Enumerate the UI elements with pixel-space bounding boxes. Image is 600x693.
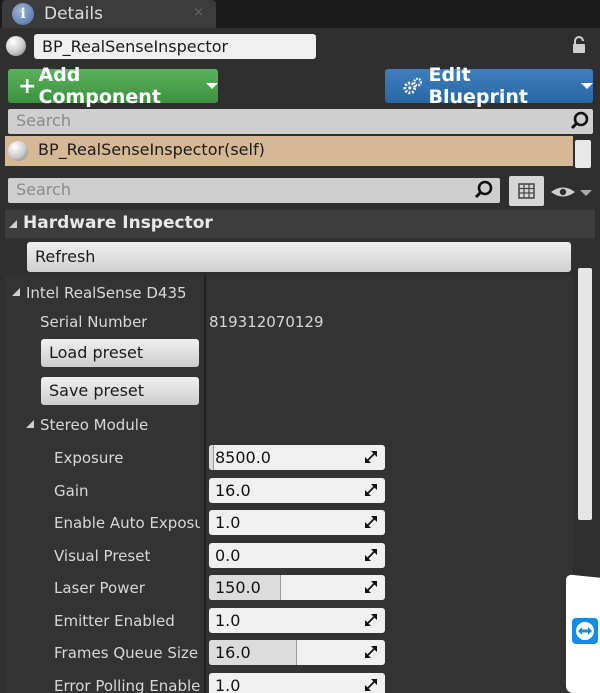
property-value: 16.0 xyxy=(215,481,251,500)
search-icon xyxy=(474,180,493,199)
property-matrix-button[interactable] xyxy=(509,176,544,206)
serial-number-value: 819312070129 xyxy=(209,313,324,331)
actor-sphere-icon xyxy=(6,36,26,56)
info-icon: i xyxy=(12,3,34,25)
tab-close-button[interactable]: × xyxy=(193,5,204,20)
drag-arrows-icon[interactable] xyxy=(365,581,377,593)
actor-row: BP_RealSenseInspector xyxy=(0,28,600,64)
collapse-triangle-icon[interactable] xyxy=(26,420,34,428)
property-value-spinbox[interactable]: 0.0 xyxy=(209,543,385,568)
serial-number-label: Serial Number xyxy=(40,313,148,331)
property-value-spinbox[interactable]: 16.0 xyxy=(209,640,385,665)
load-preset-button[interactable]: Load preset xyxy=(41,339,199,367)
add-component-button[interactable]: + Add Component xyxy=(8,64,218,108)
property-label: Gain xyxy=(54,482,89,500)
collapse-triangle-icon[interactable] xyxy=(9,220,17,228)
property-value-spinbox[interactable]: 150.0 xyxy=(209,575,385,600)
property-value-spinbox[interactable]: 1.0 xyxy=(209,608,385,633)
component-tree-item[interactable]: BP_RealSenseInspector(self) xyxy=(5,136,573,166)
edit-blueprint-button[interactable]: Edit Blueprint xyxy=(385,64,593,108)
drag-arrows-icon[interactable] xyxy=(365,549,377,561)
property-label: Visual Preset xyxy=(54,547,151,565)
details-scrollbar[interactable] xyxy=(578,268,592,520)
property-label: Frames Queue Size xyxy=(54,644,199,662)
details-panel: BP_RealSenseInspector + Add Component Ed… xyxy=(0,28,600,693)
property-value-spinbox[interactable]: 1.0 xyxy=(209,673,385,693)
chevron-down-icon xyxy=(206,83,218,89)
actor-name-field[interactable]: BP_RealSenseInspector xyxy=(34,34,316,59)
property-value: 0.0 xyxy=(215,546,241,565)
teamviewer-icon[interactable] xyxy=(572,618,598,644)
column-splitter[interactable] xyxy=(204,276,206,693)
spinbox-fill xyxy=(209,445,215,470)
property-value: 1.0 xyxy=(215,513,241,532)
component-search-input[interactable]: Search xyxy=(8,109,593,134)
property-value-spinbox[interactable]: 1.0 xyxy=(209,510,385,535)
property-label: Laser Power xyxy=(54,579,145,597)
refresh-button[interactable]: Refresh xyxy=(27,242,571,272)
lock-icon[interactable] xyxy=(570,36,588,54)
property-label: Error Polling Enabled xyxy=(54,677,200,693)
drag-arrows-icon[interactable] xyxy=(365,484,377,496)
tab-title: Details xyxy=(44,4,103,24)
search-icon xyxy=(570,111,589,130)
drag-arrows-icon[interactable] xyxy=(365,614,377,626)
component-list-scrollbar[interactable] xyxy=(575,140,591,168)
property-value-spinbox[interactable]: 16.0 xyxy=(209,478,385,503)
chevron-down-icon xyxy=(581,83,593,89)
component-label: BP_RealSenseInspector(self) xyxy=(38,140,265,159)
property-value: 1.0 xyxy=(215,676,241,693)
drag-arrows-icon[interactable] xyxy=(365,451,377,463)
edit-blueprint-label: Edit Blueprint xyxy=(428,64,528,108)
group-label-device: Intel RealSense D435 xyxy=(26,284,187,302)
property-label: Enable Auto Exposur xyxy=(54,514,200,532)
save-preset-button[interactable]: Save preset xyxy=(41,377,199,405)
drag-arrows-icon[interactable] xyxy=(365,679,377,691)
category-title: Hardware Inspector xyxy=(23,213,213,233)
property-value: 16.0 xyxy=(215,643,251,662)
property-value: 150.0 xyxy=(215,578,261,597)
property-value: 1.0 xyxy=(215,611,241,630)
actor-sphere-icon xyxy=(8,141,28,161)
add-component-label: Add Component xyxy=(38,64,161,108)
collapse-triangle-icon[interactable] xyxy=(12,288,20,296)
property-label: Exposure xyxy=(54,449,124,467)
drag-arrows-icon[interactable] xyxy=(365,646,377,658)
property-value: 8500.0 xyxy=(215,448,271,467)
tab-bar: i Details × xyxy=(0,0,600,28)
property-label: Emitter Enabled xyxy=(54,612,175,630)
tab-details[interactable]: i Details × xyxy=(2,0,216,28)
group-label-stereo-module: Stereo Module xyxy=(40,416,149,434)
category-header-hardware-inspector[interactable]: Hardware Inspector xyxy=(5,210,595,238)
gears-icon xyxy=(403,77,423,95)
details-search-input[interactable]: Search xyxy=(8,178,500,203)
drag-arrows-icon[interactable] xyxy=(365,516,377,528)
grid-icon xyxy=(518,183,535,199)
plus-icon: + xyxy=(18,73,37,99)
eye-icon[interactable] xyxy=(550,186,594,202)
property-value-spinbox[interactable]: 8500.0 xyxy=(209,445,385,470)
